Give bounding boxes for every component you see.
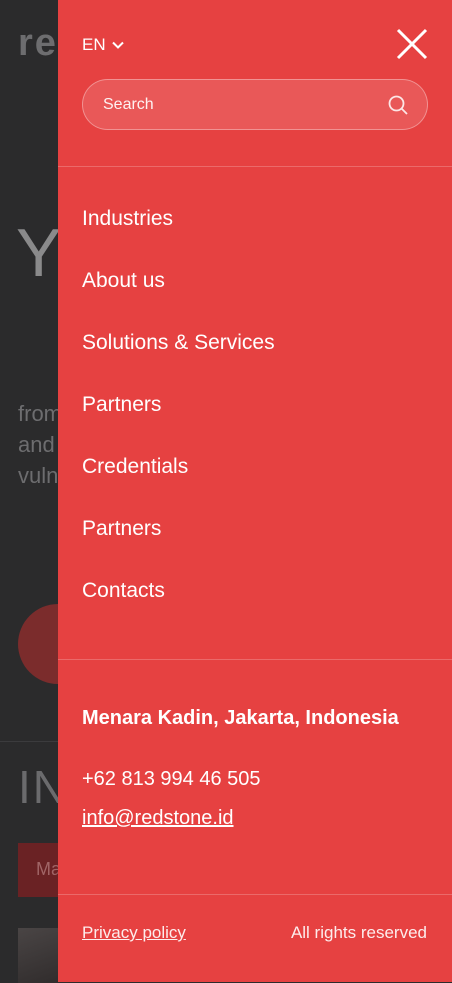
nav-item-industries[interactable]: Industries bbox=[82, 200, 275, 262]
language-selector[interactable]: EN bbox=[82, 35, 124, 55]
language-label: EN bbox=[82, 35, 106, 54]
nav-drawer: EN Industries About us Solutions & Servi… bbox=[58, 0, 452, 982]
nav-item-credentials[interactable]: Credentials bbox=[82, 448, 275, 510]
close-button[interactable] bbox=[395, 27, 429, 61]
divider bbox=[58, 894, 452, 895]
search-box bbox=[82, 79, 428, 130]
email-link[interactable]: info@redstone.id bbox=[82, 807, 234, 830]
search-icon[interactable] bbox=[387, 94, 409, 116]
hero-title: Y bbox=[16, 215, 62, 291]
close-icon bbox=[396, 28, 428, 60]
divider bbox=[58, 166, 452, 167]
nav-item-contacts[interactable]: Contacts bbox=[82, 572, 275, 634]
site-logo: re bbox=[18, 22, 58, 64]
copyright-text: All rights reserved bbox=[290, 923, 427, 942]
office-address: Menara Kadin, Jakarta, Indonesia bbox=[82, 707, 399, 729]
nav-item-solutions-services[interactable]: Solutions & Services bbox=[82, 324, 275, 386]
privacy-policy-link[interactable]: Privacy policy bbox=[82, 923, 186, 943]
phone-number[interactable]: +62 813 994 46 505 bbox=[82, 768, 261, 791]
nav-item-partners-2[interactable]: Partners bbox=[82, 510, 275, 572]
main-nav: Industries About us Solutions & Services… bbox=[82, 200, 275, 634]
chevron-down-icon bbox=[111, 41, 124, 49]
hero-text: from and vuln bbox=[18, 401, 62, 488]
nav-item-partners[interactable]: Partners bbox=[82, 386, 275, 448]
nav-item-about-us[interactable]: About us bbox=[82, 262, 275, 324]
divider bbox=[58, 659, 452, 660]
search-input[interactable] bbox=[103, 93, 383, 117]
